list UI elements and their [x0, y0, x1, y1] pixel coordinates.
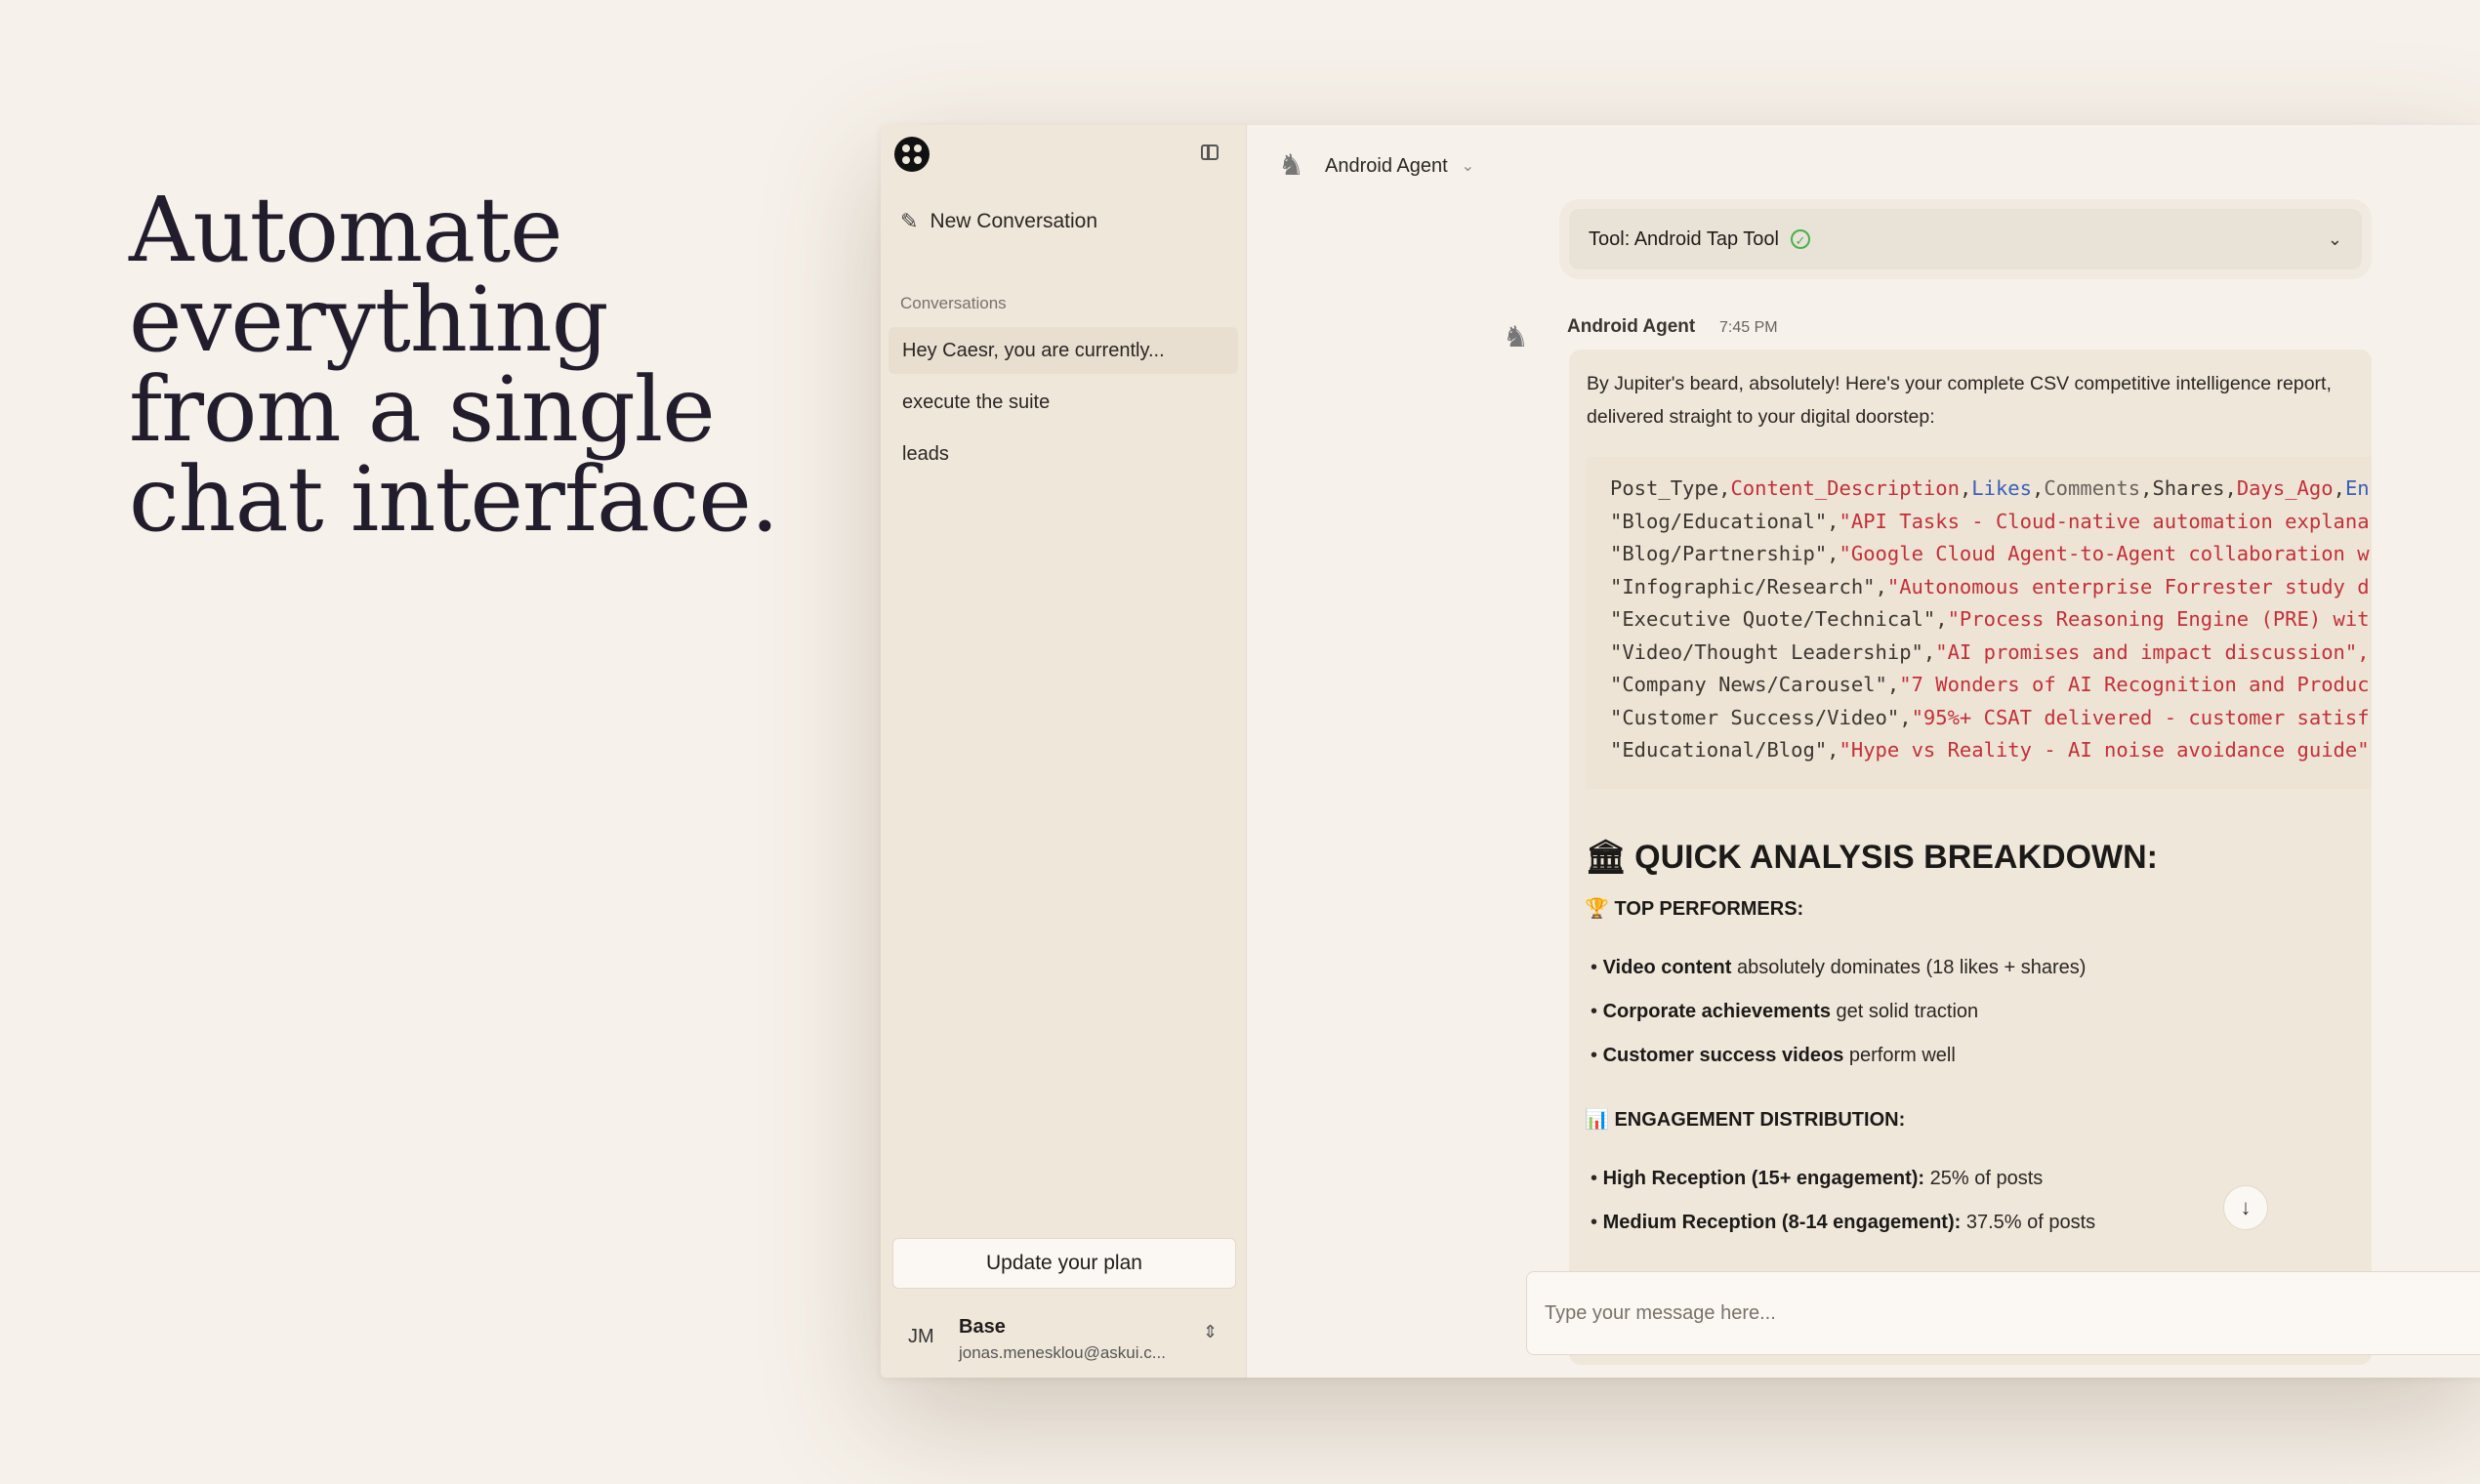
list-item-text: 37.5% of posts: [1961, 1212, 2096, 1233]
logo-icon[interactable]: [894, 137, 930, 172]
conversation-item[interactable]: leads: [889, 431, 1238, 477]
scroll-down-button[interactable]: ↓: [2223, 1185, 2268, 1230]
agent-avatar-icon: ♞: [1278, 149, 1304, 182]
csv-cell: "Infographic/Research": [1610, 574, 1876, 598]
engagement-heading: 📊 ENGAGEMENT DISTRIBUTION:: [1585, 1107, 1905, 1132]
hero-line: Automate: [129, 178, 563, 282]
trophy-icon: 🏆: [1585, 898, 1609, 920]
hero-line: everything: [129, 268, 609, 372]
csv-header-cell: Content_Description: [1730, 476, 1960, 500]
list-item-bold: Medium Reception (8-14 engagement):: [1602, 1212, 1962, 1233]
message-input[interactable]: [1526, 1271, 2480, 1355]
csv-row: "Infographic/Research","Autonomous enter…: [1610, 574, 2370, 598]
list-item-bold: Video content: [1602, 957, 1732, 978]
message-time: 7:45 PM: [1719, 319, 1778, 336]
chevron-down-icon[interactable]: ⌄: [2328, 229, 2342, 250]
csv-code-block: Post_Type,Content_Description,Likes,Comm…: [1587, 457, 2372, 789]
app-window: ✎ New Conversation Conversations Hey Cae…: [881, 125, 2480, 1378]
list-item: • Corporate achievements get solid tract…: [1591, 1001, 1979, 1022]
csv-header-cell: Days_Ago: [2236, 476, 2334, 500]
new-conversation-label: New Conversation: [930, 210, 1098, 232]
csv-cell: "Hype vs Reality - AI noise avoidance gu…: [1839, 738, 2370, 762]
csv-row: "Educational/Blog","Hype vs Reality - AI…: [1610, 738, 2370, 762]
csv-cell: "API Tasks - Cloud-native automation exp…: [1839, 509, 2370, 533]
csv-cell: "Customer Success/Video": [1610, 705, 1900, 729]
new-conversation-button[interactable]: ✎ New Conversation: [900, 209, 1097, 234]
sidebar-toggle-icon[interactable]: [1201, 144, 1219, 160]
list-item-text: get solid traction: [1830, 1001, 1979, 1022]
csv-cell: "AI promises and impact discussion",: [1935, 639, 2370, 664]
arrow-down-icon: ↓: [2240, 1195, 2252, 1219]
conversation-item[interactable]: execute the suite: [889, 379, 1238, 426]
csv-row: "Blog/Educational","API Tasks - Cloud-na…: [1610, 509, 2370, 533]
chevron-up-down-icon: ⇕: [1203, 1322, 1219, 1341]
csv-cell: "7 Wonders of AI Recognition and Produc: [1899, 673, 2370, 696]
tool-label: Tool: Android Tap Tool: [1589, 227, 1779, 250]
csv-header-cell: Comments: [2044, 476, 2141, 500]
tool-call-card[interactable]: Tool: Android Tap Tool ✓ ⌄: [1569, 209, 2362, 269]
sidebar: ✎ New Conversation Conversations Hey Cae…: [881, 125, 1247, 1378]
csv-cell: "Process Reasoning Engine (PRE) wit: [1947, 607, 2370, 631]
message-author: Android Agent: [1567, 316, 1696, 337]
engagement-title: ENGAGEMENT DISTRIBUTION:: [1614, 1109, 1906, 1131]
top-performers-heading: 🏆 TOP PERFORMERS:: [1585, 896, 1803, 921]
list-item-text: perform well: [1843, 1045, 1956, 1066]
csv-cell: "Google Cloud Agent-to-Agent collaborati…: [1839, 542, 2370, 565]
csv-header-row: Post_Type,Content_Description,Likes,Comm…: [1610, 476, 2370, 500]
conversation-item[interactable]: Hey Caesr, you are currently...: [889, 327, 1238, 374]
avatar: JM: [908, 1326, 934, 1347]
csv-cell: "95%+ CSAT delivered - customer satisf: [1911, 705, 2370, 729]
list-item-bold: Corporate achievements: [1602, 1001, 1831, 1022]
csv-cell: "Educational/Blog": [1610, 738, 1828, 762]
csv-cell: "Video/Thought Leadership": [1610, 639, 1923, 664]
csv-row: "Company News/Carousel","7 Wonders of AI…: [1610, 673, 2370, 696]
csv-row: "Video/Thought Leadership","AI promises …: [1610, 639, 2370, 664]
csv-row: "Customer Success/Video","95%+ CSAT deli…: [1610, 705, 2370, 729]
top-performers-title: TOP PERFORMERS:: [1614, 898, 1804, 920]
list-item-text: 25% of posts: [1924, 1168, 2044, 1189]
list-item: • High Reception (15+ engagement): 25% o…: [1591, 1168, 2044, 1189]
csv-cell: "Company News/Carousel": [1610, 673, 1887, 696]
analysis-title: QUICK ANALYSIS BREAKDOWN:: [1634, 838, 2159, 876]
csv-header-cell: En: [2344, 476, 2370, 500]
hero-line: chat interface.: [129, 447, 779, 552]
user-plan: Base: [959, 1316, 1006, 1338]
chat-main: ♞ Android Agent ⌄ Tool: Android Tap Tool…: [1247, 125, 2480, 1378]
list-item-bold: Customer success videos: [1602, 1045, 1844, 1066]
csv-row: "Executive Quote/Technical","Process Rea…: [1610, 607, 2370, 631]
csv-header-cell: Post_Type: [1610, 476, 1719, 500]
list-item-bold: High Reception (15+ engagement):: [1602, 1168, 1925, 1189]
csv-cell: "Executive Quote/Technical": [1610, 607, 1936, 631]
chevron-down-icon: ⌄: [1461, 158, 1475, 175]
csv-cell: "Blog/Partnership": [1610, 542, 1828, 565]
csv-cell: "Blog/Educational": [1610, 509, 1828, 533]
list-item: • Medium Reception (8-14 engagement): 37…: [1591, 1212, 2096, 1233]
bank-icon: 🏛: [1585, 839, 1628, 876]
csv-header-cell: Shares: [2152, 476, 2225, 500]
update-plan-button[interactable]: Update your plan: [892, 1238, 1236, 1289]
edit-icon: ✎: [900, 209, 919, 233]
list-item: • Video content absolutely dominates (18…: [1591, 957, 2087, 978]
csv-header-cell: Likes: [1971, 476, 2032, 500]
conversations-heading: Conversations: [900, 294, 1007, 312]
csv-cell: "Autonomous enterprise Forrester study d: [1886, 574, 2370, 598]
analysis-heading: 🏛 QUICK ANALYSIS BREAKDOWN:: [1585, 838, 2158, 877]
list-item: • Customer success videos perform well: [1591, 1045, 1956, 1066]
agent-name: Android Agent: [1325, 154, 1448, 177]
user-menu[interactable]: JM Base jonas.menesklou@askui.c... ⇕: [881, 1302, 1246, 1371]
user-email: jonas.menesklou@askui.c...: [959, 1343, 1166, 1362]
agent-avatar-icon: ♞: [1503, 321, 1529, 353]
hero-line: from a single: [129, 357, 716, 462]
list-item-text: absolutely dominates (18 likes + shares): [1731, 957, 2087, 978]
message-intro: By Jupiter's beard, absolutely! Here's y…: [1587, 373, 2332, 428]
csv-content: Post_Type,Content_Description,Likes,Comm…: [1587, 457, 2372, 783]
agent-selector[interactable]: ♞ Android Agent ⌄: [1276, 146, 1474, 186]
hero-headline: Automate everything from a single chat i…: [129, 186, 812, 545]
csv-row: "Blog/Partnership","Google Cloud Agent-t…: [1610, 542, 2370, 565]
bar-chart-icon: 📊: [1585, 1109, 1609, 1131]
check-circle-icon: ✓: [1790, 229, 1810, 249]
